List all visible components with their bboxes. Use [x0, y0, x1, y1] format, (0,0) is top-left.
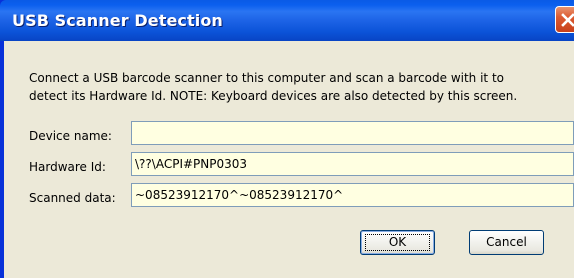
close-icon — [561, 13, 574, 27]
hardware-id-label: Hardware Id: — [29, 160, 106, 174]
close-button[interactable] — [555, 6, 574, 33]
focus-rectangle — [365, 234, 430, 251]
ok-button[interactable]: OK — [360, 230, 435, 255]
hardware-id-field[interactable]: \??\ACPI#PNP0303 — [131, 152, 574, 176]
title-bar[interactable]: USB Scanner Detection — [0, 0, 574, 41]
window-title: USB Scanner Detection — [12, 11, 223, 30]
cancel-button-label: Cancel — [486, 235, 527, 249]
scanned-data-label: Scanned data: — [29, 191, 116, 205]
instruction-line-2: detect its Hardware Id. NOTE: Keyboard d… — [29, 89, 518, 103]
device-name-label: Device name: — [29, 129, 112, 143]
dialog-window: USB Scanner Detection Connect a USB barc… — [0, 0, 574, 278]
scanned-data-field[interactable]: ~08523912170^~08523912170^ — [131, 183, 574, 207]
cancel-button[interactable]: Cancel — [469, 230, 544, 255]
device-name-field[interactable] — [131, 121, 574, 145]
dialog-content: Connect a USB barcode scanner to this co… — [4, 41, 574, 278]
instruction-line-1: Connect a USB barcode scanner to this co… — [29, 71, 504, 85]
instruction-text: Connect a USB barcode scanner to this co… — [29, 69, 569, 105]
